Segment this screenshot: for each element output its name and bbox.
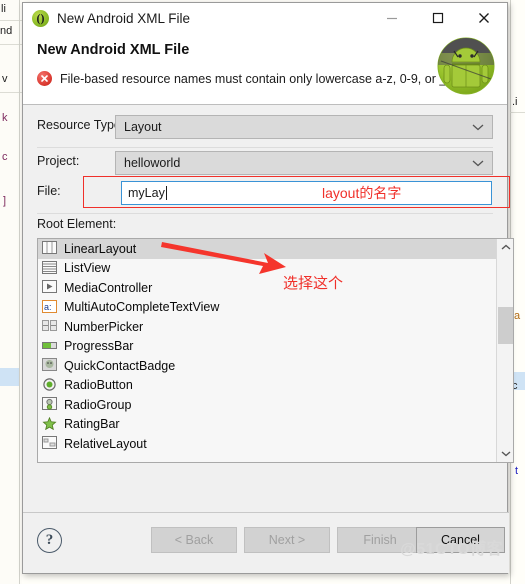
- list-scrollbar[interactable]: [496, 239, 513, 462]
- chevron-down-icon[interactable]: [497, 445, 513, 462]
- android-sdk-icon: (): [32, 9, 49, 27]
- list-item[interactable]: ListView: [38, 259, 496, 279]
- background-code-fragment: k: [2, 112, 8, 124]
- background-code-fragment: li: [1, 3, 6, 15]
- linearlayout-icon: [42, 241, 59, 256]
- cancel-button[interactable]: Cancel: [416, 527, 505, 553]
- android-robot-icon: [435, 35, 497, 97]
- dialog-header: New Android XML File File-based resource…: [23, 33, 507, 105]
- background-code-fragment: v: [2, 73, 8, 85]
- finish-button: Finish: [337, 527, 423, 553]
- list-item[interactable]: LinearLayout: [38, 239, 496, 259]
- background-code-fragment: nd: [0, 25, 13, 37]
- list-item-label: RelativeLayout: [64, 436, 147, 451]
- background-code-fragment: t: [515, 465, 519, 477]
- list-item[interactable]: RadioGroup: [38, 395, 496, 415]
- bg-selected-line: [0, 368, 19, 386]
- chevron-down-icon: [472, 152, 484, 174]
- listview-icon: [42, 260, 59, 276]
- screen: li nd v k c] .i a c t () New Android XML File Ne…: [0, 0, 525, 584]
- file-field-annotation-text: layout的名字: [322, 185, 402, 201]
- mediacontroller-icon: [42, 280, 59, 295]
- list-item-label: NumberPicker: [64, 319, 144, 334]
- list-item[interactable]: RelativeLayout: [38, 434, 496, 454]
- root-element-list: LinearLayout ListView MediaController a: Mul…: [38, 239, 496, 454]
- field-separator: [37, 147, 493, 148]
- project-row: Project: helloworld: [23, 151, 509, 175]
- list-item-label: RadioGroup: [64, 397, 132, 412]
- list-item[interactable]: ProgressBar: [38, 337, 496, 357]
- chevron-down-icon: [472, 116, 484, 138]
- file-label: File:: [37, 184, 61, 198]
- resource-type-row: Resource Type: Layout: [23, 115, 509, 139]
- resource-type-label: Resource Type:: [37, 118, 125, 132]
- list-item[interactable]: QuickContactBadge: [38, 356, 496, 376]
- field-separator: [37, 213, 493, 214]
- close-button[interactable]: [461, 3, 507, 33]
- resource-type-combo[interactable]: Layout: [115, 115, 493, 139]
- file-row: File: myLay: [23, 181, 509, 205]
- help-button[interactable]: ?: [37, 528, 62, 553]
- progressbar-icon: [42, 339, 59, 354]
- autocompletetextview-icon: a:: [42, 299, 59, 315]
- back-button: < Back: [151, 527, 237, 553]
- list-item-label: ListView: [64, 261, 111, 276]
- background-code-fragment: .i: [512, 96, 518, 108]
- resource-type-value: Layout: [124, 120, 162, 134]
- list-item[interactable]: a: MultiAutoCompleteTextView: [38, 298, 496, 318]
- ratingbar-icon: [42, 416, 59, 432]
- radiogroup-icon: [42, 397, 59, 412]
- bg-divider: [510, 112, 525, 113]
- background-code-fragment: c: [2, 151, 8, 163]
- svg-text:a:: a:: [44, 302, 52, 312]
- list-annotation-text: 选择这个: [283, 275, 344, 292]
- validation-message-row: File-based resource names must contain o…: [37, 71, 450, 86]
- quickcontactbadge-icon: [42, 358, 59, 373]
- list-item-label: QuickContactBadge: [64, 358, 176, 373]
- project-value: helloworld: [124, 156, 181, 170]
- window-controls: [369, 3, 507, 33]
- new-android-xml-file-dialog: () New Android XML File New Android XML …: [22, 2, 514, 574]
- validation-message: File-based resource names must contain o…: [60, 71, 450, 86]
- bg-panel-edge: [19, 0, 20, 584]
- text-caret: [165, 186, 167, 200]
- project-label: Project:: [37, 154, 80, 168]
- list-item-label: ProgressBar: [64, 339, 134, 354]
- list-item-label: LinearLayout: [64, 241, 137, 256]
- list-item[interactable]: NumberPicker: [38, 317, 496, 337]
- minimize-button[interactable]: [369, 3, 415, 33]
- list-item-label: RatingBar: [64, 417, 120, 432]
- dialog-title: New Android XML File: [57, 10, 191, 26]
- maximize-button[interactable]: [415, 3, 461, 33]
- list-item[interactable]: RatingBar: [38, 415, 496, 435]
- background-code-fragment: ]: [3, 195, 7, 207]
- list-item-label: RadioButton: [64, 378, 133, 393]
- dialog-body: Resource Type: Layout Project: helloworl…: [23, 105, 514, 552]
- scrollbar-thumb[interactable]: [498, 307, 513, 344]
- dialog-titlebar[interactable]: () New Android XML File: [23, 3, 507, 33]
- error-cross-icon: [37, 71, 52, 86]
- root-element-label: Root Element:: [37, 217, 117, 231]
- list-item-label: MediaController: [64, 280, 153, 295]
- relativelayout-icon: [42, 436, 59, 451]
- root-element-listbox[interactable]: LinearLayout ListView MediaController a: Mul…: [37, 238, 514, 463]
- page-title: New Android XML File: [37, 42, 190, 58]
- file-name-value: myLay: [128, 186, 165, 200]
- next-button: Next >: [244, 527, 330, 553]
- dialog-footer: ? < Back Next > Finish Cancel @51CTO博客: [23, 512, 509, 573]
- radiobutton-icon: [42, 378, 59, 393]
- list-item-label: MultiAutoCompleteTextView: [64, 300, 220, 315]
- file-name-input[interactable]: myLay: [121, 181, 492, 205]
- project-combo[interactable]: helloworld: [115, 151, 493, 175]
- list-item[interactable]: RadioButton: [38, 376, 496, 396]
- background-code-fragment: a: [514, 310, 521, 322]
- numberpicker-icon: [42, 319, 59, 334]
- list-item[interactable]: MediaController: [38, 278, 496, 298]
- chevron-up-icon[interactable]: [497, 239, 513, 256]
